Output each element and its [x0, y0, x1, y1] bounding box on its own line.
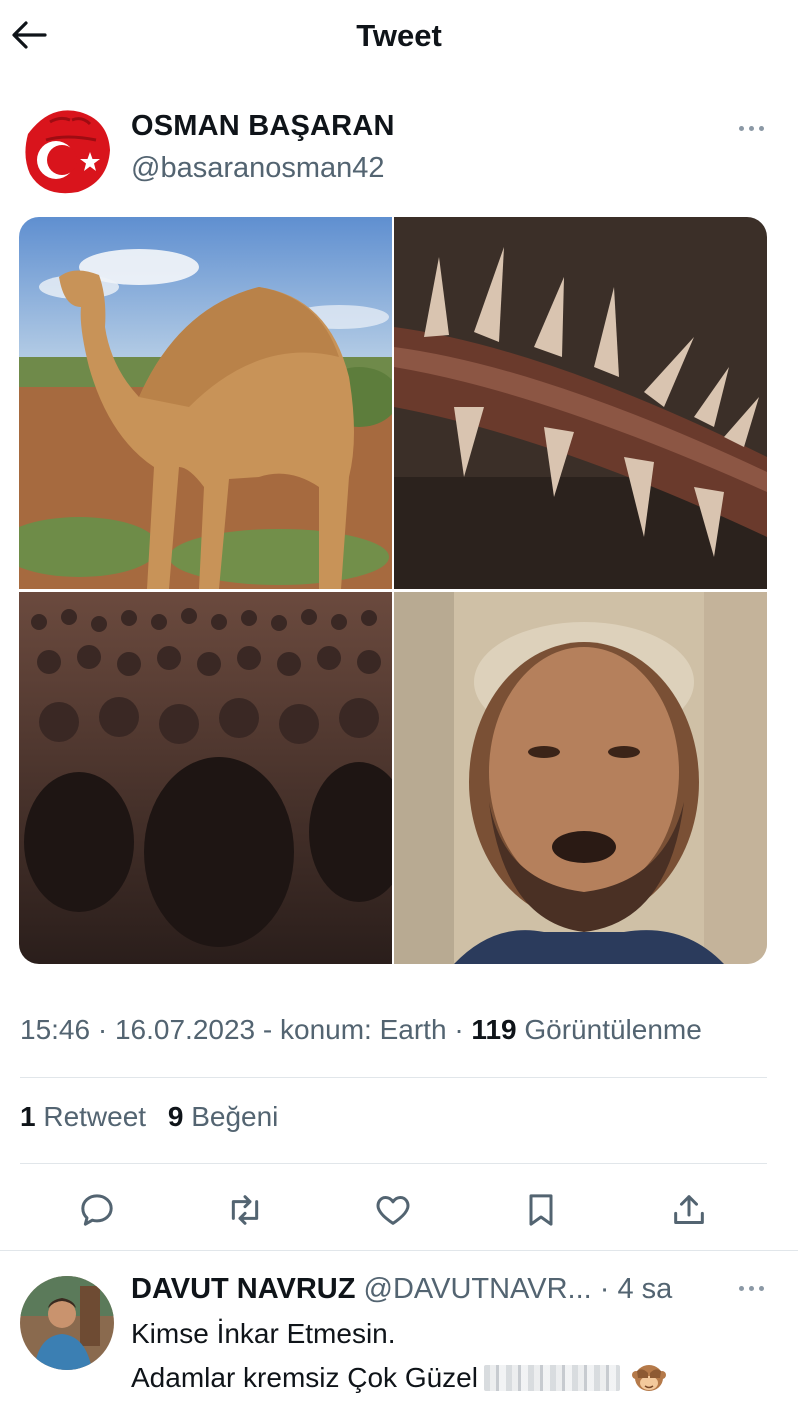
reply-icon — [81, 1194, 113, 1226]
heart-icon — [376, 1196, 410, 1225]
tweet-date[interactable]: 16.07.2023 — [115, 1014, 255, 1045]
retweets-count: 1 — [20, 1101, 36, 1132]
reply-author-name[interactable]: DAVUT NAVRUZ — [131, 1273, 355, 1305]
author-handle[interactable]: @basaranosman42 — [131, 152, 385, 185]
tweet-meta: 15:46 · 16.07.2023 - konum: Earth · 119 … — [20, 1014, 702, 1045]
user-photo-avatar-icon — [20, 1276, 114, 1370]
dot-icon — [739, 126, 744, 131]
blurred-text — [483, 1365, 620, 1391]
retweets-stat[interactable]: 1 Retweet — [20, 1101, 146, 1132]
like-button[interactable] — [368, 1185, 418, 1235]
share-button[interactable] — [664, 1185, 714, 1235]
media-thorns-photo[interactable] — [394, 217, 767, 589]
views-count: 119 — [471, 1014, 517, 1045]
reply-text-line-2: Adamlar kremsiz Çok Güzel — [131, 1362, 478, 1393]
media-man-photo[interactable] — [394, 592, 767, 964]
media-grid — [19, 217, 767, 964]
share-icon — [674, 1195, 704, 1224]
avatar[interactable] — [20, 104, 114, 198]
reply-button[interactable] — [72, 1185, 122, 1235]
reply-text-line-2-container: Adamlar kremsiz Çok Güzel — [131, 1361, 666, 1400]
reply-author-handle[interactable]: @DAVUTNAVR... — [364, 1273, 592, 1305]
divider — [20, 1163, 767, 1164]
bookmark-icon — [529, 1194, 553, 1226]
dot-icon — [749, 1286, 754, 1291]
reply-more-options-button[interactable] — [739, 1286, 764, 1291]
engagement-stats: 1 Retweet 9 Beğeni — [20, 1101, 278, 1133]
tweet-location: konum: Earth — [280, 1014, 447, 1045]
avatar[interactable] — [20, 1276, 114, 1370]
reply-time[interactable]: · 4 sa — [600, 1273, 673, 1305]
reply-text-line-1: Kimse İnkar Etmesin. — [131, 1318, 396, 1349]
action-bar — [0, 1185, 798, 1235]
dot-icon — [759, 1286, 764, 1291]
dot-icon — [749, 126, 754, 131]
dot-icon — [759, 126, 764, 131]
see-no-evil-monkey-icon — [631, 1361, 666, 1400]
likes-count: 9 — [167, 1101, 184, 1132]
dot-icon — [739, 1286, 744, 1291]
retweet-button[interactable] — [220, 1185, 270, 1235]
top-bar: Tweet — [0, 0, 798, 72]
likes-label: Beğeni — [191, 1101, 279, 1132]
views-label: Görüntülenme — [524, 1014, 702, 1045]
bookmark-button[interactable] — [516, 1185, 566, 1235]
page-title: Tweet — [356, 18, 442, 53]
media-crowd-photo[interactable] — [19, 592, 392, 964]
reply-tweet[interactable]: DAVUT NAVRUZ @DAVUTNAVR... · 4 sa Kimse … — [0, 1262, 798, 1423]
likes-stat[interactable]: 9 Beğeni — [168, 1101, 279, 1132]
divider — [20, 1077, 767, 1078]
media-camel-photo[interactable] — [19, 217, 392, 589]
author-name[interactable]: OSMAN BAŞARAN — [131, 110, 395, 143]
turkish-flag-fist-avatar-icon — [20, 104, 114, 198]
reply-header: DAVUT NAVRUZ @DAVUTNAVR... · 4 sa — [131, 1273, 672, 1306]
divider — [0, 1250, 798, 1251]
retweets-label: Retweet — [43, 1101, 147, 1132]
tweet-author: OSMAN BAŞARAN @basaranosman42 — [0, 100, 798, 210]
more-options-button[interactable] — [739, 126, 764, 131]
retweet-icon — [231, 1195, 259, 1225]
tweet-time: 15:46 — [20, 1014, 91, 1045]
